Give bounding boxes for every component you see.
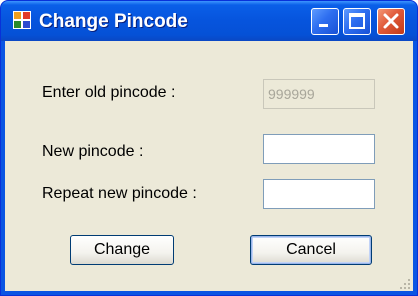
- new-pincode-field[interactable]: [263, 134, 375, 164]
- new-pincode-label: New pincode :: [42, 143, 144, 160]
- minimize-icon: [319, 24, 328, 27]
- repeat-pincode-field[interactable]: [263, 179, 375, 209]
- cancel-button[interactable]: Cancel: [250, 235, 372, 265]
- minimize-button[interactable]: [311, 8, 339, 35]
- title-bar[interactable]: Change Pincode: [1, 1, 417, 41]
- old-pincode-label: Enter old pincode :: [42, 84, 176, 101]
- old-pincode-field[interactable]: [263, 79, 375, 109]
- close-icon: [383, 13, 399, 29]
- repeat-pincode-label: Repeat new pincode :: [42, 185, 197, 202]
- maximize-icon: [349, 13, 365, 29]
- window-title: Change Pincode: [39, 11, 188, 32]
- resize-grip-icon[interactable]: [399, 277, 411, 289]
- close-button[interactable]: [377, 8, 405, 35]
- change-pincode-window: Change Pincode Enter old pincode : New p…: [0, 0, 418, 296]
- maximize-button[interactable]: [343, 8, 371, 35]
- form-client-area: Enter old pincode : New pincode : Repeat…: [5, 41, 413, 291]
- form-app-icon: [13, 11, 31, 29]
- change-button[interactable]: Change: [70, 235, 174, 265]
